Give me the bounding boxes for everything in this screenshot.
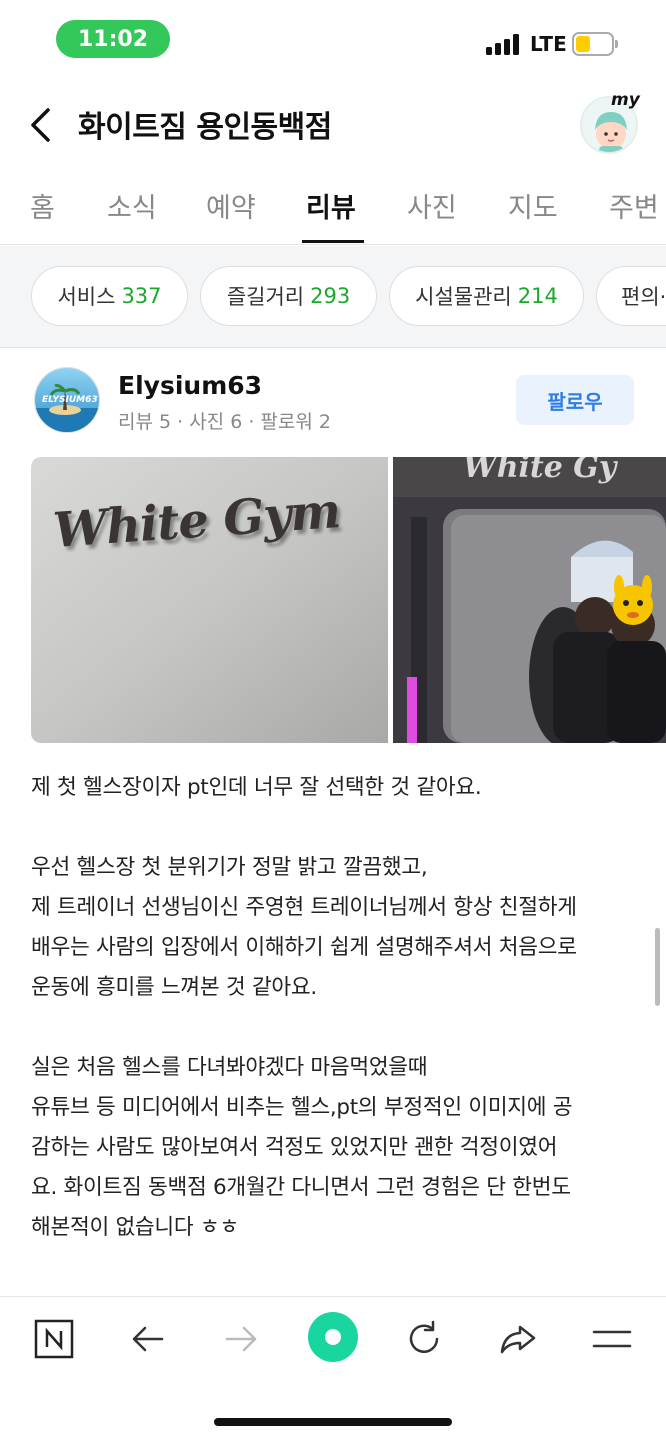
chip-label: 서비스 — [57, 285, 116, 309]
home-dot-icon[interactable] — [303, 1307, 363, 1367]
tab-news[interactable]: 소식 — [107, 186, 157, 225]
mirror-selfie-image: White Gy — [393, 457, 666, 743]
chip-count: 214 — [517, 284, 558, 308]
page-title: 화이트짐 용인동백점 — [78, 110, 332, 145]
my-label: my — [611, 90, 640, 110]
svg-text:White Gy: White Gy — [463, 457, 619, 485]
tab-booking[interactable]: 예약 — [206, 186, 256, 225]
signal-icon — [486, 33, 522, 55]
share-icon[interactable] — [488, 1313, 548, 1365]
header: 화이트짐 용인동백점 my — [0, 80, 666, 170]
chip-convenience[interactable]: 편의· — [596, 266, 666, 326]
home-indicator — [214, 1418, 452, 1426]
review-line: 요. 화이트짐 동백점 6개월간 다니면서 그런 경험은 단 한번도 — [31, 1175, 571, 1200]
menu-icon[interactable] — [582, 1313, 642, 1365]
tab-nearby[interactable]: 주변 — [609, 186, 659, 225]
status-bar: 11:02 LTE — [0, 0, 666, 80]
review-line: 유튜브 등 미디어에서 비추는 헬스,pt의 부정적인 이미지에 공 — [31, 1095, 573, 1120]
avatar-logo-text: ELYSIUM63 — [42, 395, 98, 405]
refresh-icon[interactable] — [394, 1313, 454, 1365]
review-line: 제 첫 헬스장이자 pt인데 너무 잘 선택한 것 같아요. — [31, 775, 482, 800]
tab-photos[interactable]: 사진 — [407, 186, 457, 225]
review-line: 해본적이 없습니다 ㅎㅎ — [31, 1215, 239, 1240]
page-scrollbar[interactable] — [655, 928, 660, 1006]
review-line: 운동에 흥미를 느껴본 것 같아요. — [31, 975, 317, 1000]
chip-facility[interactable]: 시설물관리 214 — [389, 266, 584, 326]
chip-label: 시설물관리 — [415, 285, 512, 309]
tab-reviews[interactable]: 리뷰 — [306, 186, 356, 225]
review-photo-mirror[interactable]: White Gy — [393, 457, 666, 743]
tab-map[interactable]: 지도 — [508, 186, 558, 225]
review-line: 배우는 사람의 입장에서 이해하기 쉽게 설명해주셔서 처음으로 — [31, 935, 577, 960]
chip-count: 293 — [310, 284, 351, 308]
chip-count: 337 — [121, 284, 162, 308]
reviewer-avatar[interactable]: ELYSIUM63 — [34, 367, 100, 433]
review-photo-sign[interactable]: White Gym — [31, 457, 388, 743]
review-text: 제 첫 헬스장이자 pt인데 너무 잘 선택한 것 같아요. 우선 헬스장 첫 … — [31, 768, 641, 1248]
review-line: 우선 헬스장 첫 분위기가 정말 밝고 깔끔했고, — [31, 855, 428, 880]
review-keyword-chips: 서비스 337 즐길거리 293 시설물관리 214 편의· — [0, 246, 666, 348]
tab-home[interactable]: 홈 — [30, 186, 55, 225]
network-label: LTE — [530, 32, 567, 56]
active-tab-indicator — [302, 240, 364, 243]
forward-arrow-icon[interactable] — [211, 1313, 271, 1365]
status-time: 11:02 — [56, 20, 170, 58]
reviewer-name[interactable]: Elysium63 — [118, 371, 262, 400]
chip-fun[interactable]: 즐길거리 293 — [200, 266, 377, 326]
back-icon[interactable] — [26, 105, 60, 145]
chip-service[interactable]: 서비스 337 — [31, 266, 188, 326]
battery-icon — [572, 32, 618, 56]
chip-label: 편의· — [621, 285, 666, 309]
follow-button[interactable]: 팔로우 — [516, 375, 634, 425]
review-line: 제 트레이너 선생님이신 주영현 트레이너님께서 항상 친절하게 — [31, 895, 577, 920]
chip-label: 즐길거리 — [226, 285, 305, 309]
tab-bar: 홈 소식 예약 리뷰 사진 지도 주변 — [0, 170, 666, 245]
reviewer-stats: 리뷰 5 · 사진 6 · 팔로워 2 — [118, 411, 331, 433]
back-arrow-icon[interactable] — [118, 1313, 178, 1365]
naver-n-icon[interactable] — [24, 1313, 84, 1365]
review-line: 감하는 사람도 많아보여서 걱정도 있었지만 괜한 걱정이였어 — [31, 1135, 558, 1160]
review-line: 실은 처음 헬스를 다녀봐야겠다 마음먹었을때 — [31, 1055, 428, 1080]
